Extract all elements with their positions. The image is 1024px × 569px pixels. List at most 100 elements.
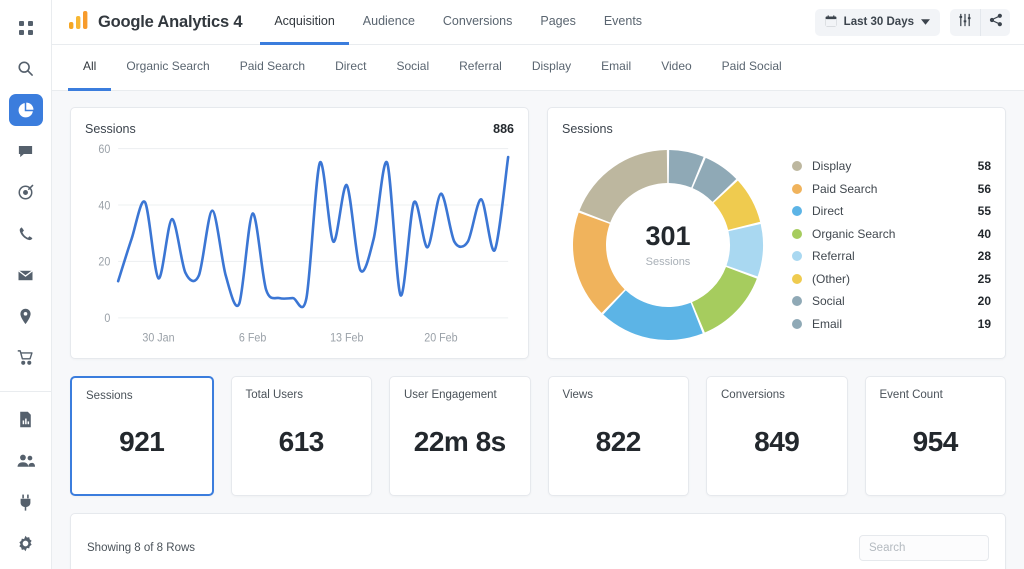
kpi-value: 849: [754, 426, 800, 457]
date-range-label: Last 30 Days: [843, 16, 914, 28]
charts-row: Sessions 886 0 20 40 60 30 Jan 6 Feb 13 Feb 20 …: [70, 107, 1006, 359]
share-icon: [989, 13, 1003, 32]
topbar-actions: Last 30 Days: [814, 8, 1010, 36]
subtab-paid-social[interactable]: Paid Social: [707, 45, 797, 91]
donut-slice[interactable]: [692, 266, 757, 333]
legend-color-dot: [792, 206, 802, 217]
legend-value: 56: [977, 181, 991, 196]
channel-subtabs: All Organic Search Paid Search Direct So…: [52, 45, 1024, 91]
donut-chart-header: Sessions: [562, 122, 991, 136]
legend-label: (Other): [812, 271, 851, 286]
kpi-row: Sessions 921 Total Users 613 User Engagement…: [70, 376, 1006, 496]
subtab-email[interactable]: Email: [586, 45, 646, 91]
subtab-direct[interactable]: Direct: [320, 45, 381, 91]
kpi-label: Event Count: [879, 389, 943, 401]
tab-events[interactable]: Events: [590, 0, 656, 45]
calendar-icon: [825, 14, 837, 30]
svg-text:0: 0: [104, 313, 110, 326]
legend-row[interactable]: Direct 55: [792, 204, 991, 218]
tab-acquisition[interactable]: Acquisition: [260, 0, 349, 45]
pie-chart-icon: [17, 102, 34, 119]
sidebar: [0, 0, 52, 569]
subtab-video[interactable]: Video: [646, 45, 706, 91]
kpi-card[interactable]: Event Count 954: [864, 376, 1006, 496]
legend-row[interactable]: Email 19: [792, 317, 991, 331]
legend-value: 55: [977, 204, 991, 219]
legend-color-dot: [792, 161, 802, 172]
sidebar-item-email[interactable]: [9, 259, 43, 290]
line-chart-header: Sessions 886: [85, 122, 514, 136]
donut-slice[interactable]: [573, 212, 625, 313]
page-title: Google Analytics 4: [98, 12, 243, 31]
legend-row[interactable]: Organic Search 40: [792, 227, 991, 241]
kpi-value: 613: [278, 426, 325, 457]
legend-color-dot: [792, 318, 802, 329]
legend-label: Display: [812, 159, 852, 174]
sidebar-item-search[interactable]: [9, 53, 43, 84]
sidebar-item-users[interactable]: [9, 445, 43, 476]
legend-label: Referral: [812, 249, 855, 264]
kpi-value: 954: [912, 426, 959, 457]
kpi-card[interactable]: Views 822: [547, 376, 689, 496]
chat-bubble-icon: [17, 143, 34, 160]
sidebar-item-settings[interactable]: [9, 528, 43, 559]
kpi-card[interactable]: Total Users 613: [230, 376, 372, 496]
svg-text:60: 60: [98, 143, 110, 156]
data-table-card: Showing 8 of 8 Rows: [70, 513, 1006, 569]
search-input[interactable]: [859, 535, 989, 561]
legend-value: 58: [977, 159, 991, 174]
donut-slice[interactable]: [579, 150, 668, 223]
donut-slice[interactable]: [726, 224, 763, 277]
subtab-display[interactable]: Display: [517, 45, 586, 91]
topbar: Google Analytics 4 Acquisition Audience …: [52, 0, 1024, 45]
svg-text:40: 40: [98, 200, 110, 213]
svg-text:13 Feb: 13 Feb: [330, 332, 363, 345]
legend-value: 40: [977, 226, 991, 241]
sidebar-item-calls[interactable]: [9, 218, 43, 249]
kpi-card[interactable]: Sessions 921: [70, 376, 214, 496]
sidebar-item-messages[interactable]: [9, 136, 43, 167]
date-range-selector[interactable]: Last 30 Days: [814, 8, 940, 36]
sidebar-item-analytics[interactable]: [8, 94, 43, 126]
legend-row[interactable]: (Other) 25: [792, 272, 991, 286]
action-button-group: [950, 8, 1010, 36]
main-area: Google Analytics 4 Acquisition Audience …: [52, 0, 1024, 569]
line-chart-title: Sessions: [85, 122, 136, 136]
tab-pages[interactable]: Pages: [526, 0, 589, 45]
legend-row[interactable]: Display 58: [792, 159, 991, 173]
legend-label: Social: [812, 294, 845, 309]
donut-slice[interactable]: [603, 290, 703, 340]
svg-text:6 Feb: 6 Feb: [239, 332, 266, 345]
legend-color-dot: [792, 251, 802, 262]
rows-count-label: Showing 8 of 8 Rows: [87, 542, 196, 554]
share-button[interactable]: [980, 8, 1010, 36]
subtab-paid-search[interactable]: Paid Search: [225, 45, 320, 91]
sidebar-item-campaigns[interactable]: [9, 177, 43, 208]
shopping-cart-icon: [17, 349, 34, 366]
kpi-label: Conversions: [721, 389, 785, 401]
sidebar-item-ecommerce[interactable]: [9, 342, 43, 373]
legend-row[interactable]: Social 20: [792, 294, 991, 308]
sidebar-item-locations[interactable]: [9, 301, 43, 332]
filter-button[interactable]: [950, 9, 980, 36]
app-root: Google Analytics 4 Acquisition Audience …: [0, 0, 1024, 569]
brand: Google Analytics 4: [68, 10, 243, 35]
tab-conversions[interactable]: Conversions: [429, 0, 526, 45]
legend-row[interactable]: Referral 28: [792, 249, 991, 263]
kpi-card[interactable]: User Engagement 22m 8s: [389, 376, 531, 496]
subtab-referral[interactable]: Referral: [444, 45, 517, 91]
subtab-all[interactable]: All: [68, 45, 112, 91]
subtab-social[interactable]: Social: [381, 45, 444, 91]
kpi-label: Sessions: [86, 390, 133, 402]
sidebar-item-apps[interactable]: [9, 12, 43, 43]
chevron-down-icon: [921, 16, 930, 28]
legend-row[interactable]: Paid Search 56: [792, 182, 991, 196]
subtab-organic-search[interactable]: Organic Search: [111, 45, 224, 91]
legend-value: 20: [977, 294, 991, 309]
sliders-filter-icon: [958, 13, 972, 32]
sidebar-item-integrations[interactable]: [9, 487, 43, 518]
kpi-card[interactable]: Conversions 849: [706, 376, 848, 496]
sidebar-item-reports[interactable]: [9, 404, 43, 435]
legend-label: Email: [812, 316, 843, 331]
tab-audience[interactable]: Audience: [349, 0, 429, 45]
